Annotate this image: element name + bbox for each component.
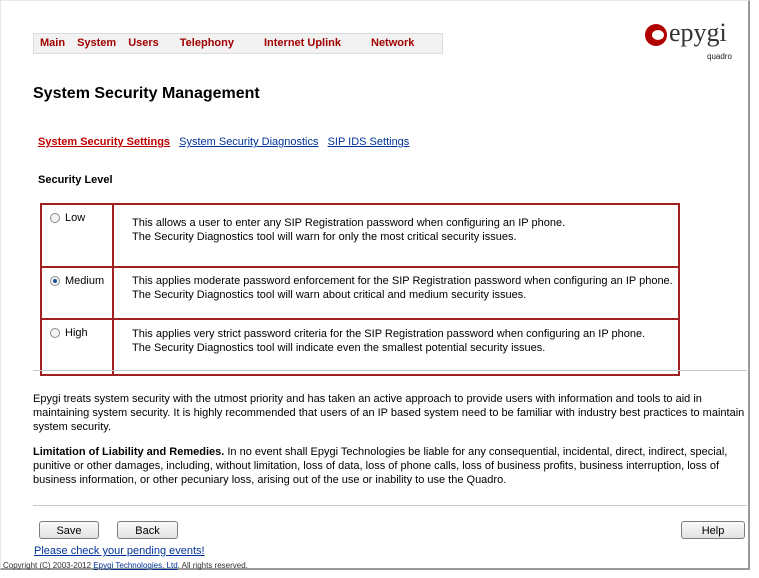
level-option[interactable]: Low [40,203,114,268]
epygi-link[interactable]: Epygi Technologies, Ltd [93,561,177,570]
copyright-suffix: . All rights reserved. [177,561,248,570]
main-nav: Main System Users Telephony Internet Upl… [33,33,443,54]
copyright-prefix: Copyright (C) 2003-2012 [3,561,94,570]
radio-low[interactable] [50,213,60,223]
security-level-label: Security Level [38,174,113,186]
tab-system-security-settings[interactable]: System Security Settings [38,136,170,148]
radio-medium[interactable] [50,276,60,286]
nav-network[interactable]: Network [356,34,442,53]
level-option[interactable]: High [40,318,114,376]
copyright: Copyright (C) 2003-2012 Epygi Technologi… [3,561,248,570]
divider [33,505,747,506]
level-option[interactable]: Medium [40,266,114,320]
level-name: Medium [65,275,105,287]
level-desc-line: This applies moderate password enforceme… [132,275,673,287]
level-name: Low [65,212,86,224]
logo-mark-icon [645,24,667,46]
level-desc-line: This applies very strict password criter… [132,328,646,340]
level-description: This applies very strict password criter… [112,318,680,376]
epygi-logo: epygi quadro [645,18,735,66]
security-level-table: Low This allows a user to enter any SIP … [40,203,680,376]
help-button[interactable]: Help [681,521,745,539]
level-desc-line: The Security Diagnostics tool will indic… [132,342,546,354]
nav-telephony[interactable]: Telephony [165,34,249,53]
pending-events-link[interactable]: Please check your pending events! [34,545,205,557]
divider [33,370,747,371]
level-description: This allows a user to enter any SIP Regi… [112,203,680,268]
liability-notice: Limitation of Liability and Remedies. In… [33,445,748,487]
level-name: High [65,327,88,339]
nav-internet-uplink[interactable]: Internet Uplink [249,34,356,53]
back-button[interactable]: Back [117,521,178,539]
sub-tabs: System Security Settings System Security… [38,136,415,148]
level-desc-line: This allows a user to enter any SIP Regi… [132,217,566,229]
radio-high[interactable] [50,328,60,338]
logo-word: epygi [669,18,727,47]
nav-main[interactable]: Main [34,34,71,53]
level-desc-line: The Security Diagnostics tool will warn … [132,231,517,243]
logo-sub: quadro [707,52,732,61]
tab-system-security-diagnostics[interactable]: System Security Diagnostics [179,136,318,148]
level-row-medium: Medium This applies moderate password en… [40,266,680,320]
level-row-high: High This applies very strict password c… [40,318,680,376]
level-desc-line: The Security Diagnostics tool will warn … [132,289,527,301]
level-row-low: Low This allows a user to enter any SIP … [40,203,680,268]
page-title: System Security Management [33,85,260,102]
level-description: This applies moderate password enforceme… [112,266,680,320]
liability-heading: Limitation of Liability and Remedies. [33,446,225,458]
nav-users[interactable]: Users [122,34,165,53]
save-button[interactable]: Save [39,521,99,539]
tab-sip-ids-settings[interactable]: SIP IDS Settings [328,136,410,148]
nav-system[interactable]: System [71,34,122,53]
security-notice: Epygi treats system security with the ut… [33,393,745,433]
